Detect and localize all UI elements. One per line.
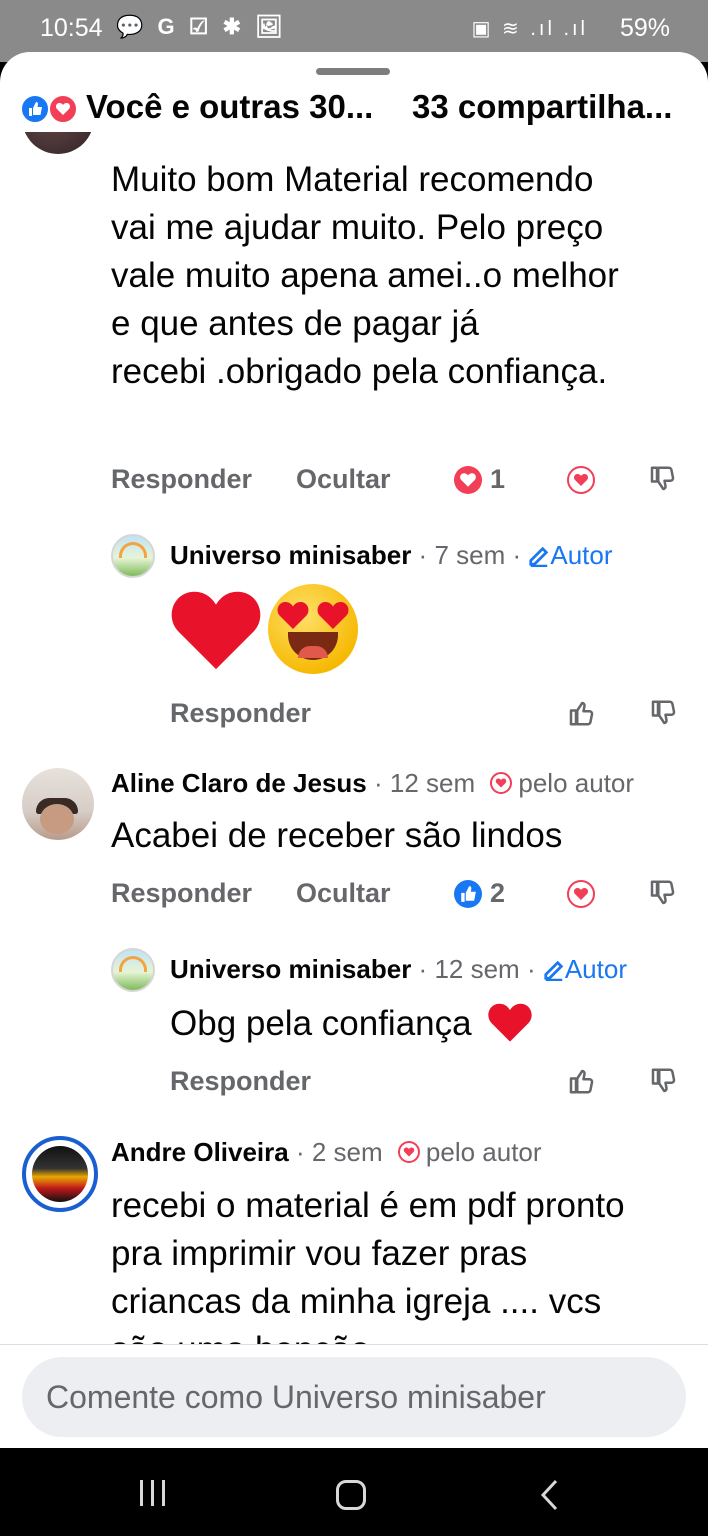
- page-avatar[interactable]: [111, 948, 155, 992]
- hide-button[interactable]: Ocultar: [296, 878, 391, 909]
- love-icon: [490, 772, 513, 794]
- reaction-count-number: 2: [490, 878, 506, 908]
- comment-text-line: recebi o material é em pdf pronto: [111, 1186, 625, 1225]
- signal-icons: ▣ ≋ .ıl .ıl: [471, 18, 588, 40]
- system-nav-bar: [0, 1448, 708, 1536]
- comment-text-line: pra imprimir vou fazer pras: [111, 1234, 528, 1273]
- drag-handle[interactable]: [316, 68, 390, 75]
- reply-header: Universo minisaber · 12 sem · Autor: [170, 954, 627, 984]
- reply-time[interactable]: 12 sem: [434, 954, 519, 984]
- love-react-button[interactable]: [567, 880, 597, 910]
- dislike-button[interactable]: [647, 878, 677, 908]
- comment-text-line: criancas da minha igreja .... vcs: [111, 1282, 602, 1321]
- reaction-icons: [20, 94, 82, 124]
- dislike-button[interactable]: [648, 698, 678, 728]
- author-reaction-label: pelo autor: [518, 768, 635, 798]
- thumbs-up-icon: [569, 1069, 594, 1094]
- comment-text-line: recebi .obrigado pela confiança.: [111, 352, 608, 391]
- back-button[interactable]: [538, 1478, 562, 1512]
- reply-header: Universo minisaber · 7 sem · Autor: [170, 540, 613, 570]
- love-icon: [567, 880, 595, 908]
- comment-header: Aline Claro de Jesus · 12 sem pelo autor: [111, 768, 635, 798]
- author-tag: Autor: [528, 540, 613, 570]
- reply-text-content: Obg pela confiança: [170, 1004, 472, 1043]
- battery-level: 59%: [619, 14, 670, 42]
- author-tag-label: Autor: [564, 954, 627, 984]
- reply-button[interactable]: Responder: [111, 878, 252, 909]
- reaction-count[interactable]: 1: [454, 464, 514, 498]
- shares-text[interactable]: 33 compartilha...: [412, 88, 672, 126]
- love-icon: [454, 466, 482, 494]
- comment-text: Muito bom Material recomendo vai me ajud…: [111, 156, 619, 396]
- author-name[interactable]: Universo minisaber: [170, 954, 411, 984]
- comment-time[interactable]: 2 sem: [312, 1137, 383, 1167]
- status-time: 10:54: [40, 14, 103, 42]
- heart-eyes-emoji: [268, 584, 358, 674]
- author-name[interactable]: Andre Oliveira: [111, 1137, 289, 1167]
- reply-button[interactable]: Responder: [111, 464, 252, 495]
- comment-header: Andre Oliveira · 2 sem pelo autor: [111, 1137, 542, 1167]
- comment-text: Acabei de receber são lindos: [111, 816, 563, 855]
- reply-time[interactable]: 7 sem: [434, 540, 505, 570]
- thumbs-down-icon: [651, 700, 676, 725]
- comment-text: recebi o material é em pdf pronto pra im…: [111, 1182, 625, 1344]
- reactions-summary[interactable]: Você e outras 30... 33 compartilha...: [20, 88, 700, 132]
- hide-button[interactable]: Ocultar: [296, 464, 391, 495]
- reply-button[interactable]: Responder: [170, 698, 311, 729]
- love-icon: [48, 94, 78, 124]
- recents-button[interactable]: [138, 1480, 168, 1508]
- author-reaction-label: pelo autor: [425, 1137, 542, 1167]
- home-button[interactable]: [336, 1480, 366, 1510]
- love-icon: [567, 466, 595, 494]
- avatar[interactable]: [22, 768, 94, 840]
- like-button[interactable]: [566, 1066, 596, 1096]
- thumbs-down-icon: [651, 1068, 676, 1093]
- like-icon: [20, 94, 50, 124]
- reply-actions: Responder: [170, 1066, 682, 1106]
- reaction-count[interactable]: 2: [454, 878, 514, 912]
- comment-time[interactable]: 12 sem: [390, 768, 475, 798]
- avatar[interactable]: [22, 1136, 98, 1212]
- thumbs-up-icon: [569, 701, 594, 726]
- comment-input[interactable]: [22, 1357, 686, 1437]
- reply-text: Obg pela confiança: [170, 1000, 533, 1048]
- reply-button[interactable]: Responder: [170, 1066, 311, 1097]
- reply-actions: Responder: [170, 698, 682, 738]
- thumbs-down-icon: [650, 466, 675, 491]
- comment-actions: Responder Ocultar 2: [111, 878, 681, 918]
- avatar[interactable]: [22, 132, 94, 154]
- love-icon: [397, 1141, 420, 1163]
- pencil-icon: [544, 960, 564, 982]
- like-button[interactable]: [566, 698, 596, 728]
- comments-sheet: Você e outras 30... 33 compartilha... Mu…: [0, 52, 708, 1448]
- love-react-button[interactable]: [567, 466, 597, 496]
- thumbs-down-icon: [650, 880, 675, 905]
- dislike-button[interactable]: [647, 464, 677, 494]
- red-heart-emoji: [488, 1003, 532, 1042]
- comment-text-line: e que antes de pagar já: [111, 304, 479, 343]
- page-avatar[interactable]: [111, 534, 155, 578]
- comment-text-line: vale muito apena amei..o melhor: [111, 256, 619, 295]
- like-icon: [454, 880, 482, 908]
- comment-text-line: vai me ajudar muito. Pelo preço: [111, 208, 604, 247]
- author-tag-label: Autor: [550, 540, 613, 570]
- author-name[interactable]: Aline Claro de Jesus: [111, 768, 367, 798]
- comment-text-line: Muito bom Material recomendo: [111, 160, 594, 199]
- notification-icons: 💬 G ☑ ✱ 🖼: [116, 14, 288, 39]
- dislike-button[interactable]: [648, 1066, 678, 1096]
- comment-list[interactable]: Muito bom Material recomendo vai me ajud…: [0, 132, 708, 1344]
- author-name[interactable]: Universo minisaber: [170, 540, 411, 570]
- pencil-icon: [529, 546, 549, 568]
- red-heart-emoji: [171, 591, 261, 670]
- reaction-count-number: 1: [490, 464, 506, 494]
- comment-actions: Responder Ocultar 1: [111, 464, 681, 504]
- reactions-text: Você e outras 30...: [86, 88, 374, 125]
- author-tag: Autor: [543, 954, 627, 984]
- comment-composer: [0, 1344, 708, 1448]
- comment-text-line: são uma benção: [111, 1326, 625, 1344]
